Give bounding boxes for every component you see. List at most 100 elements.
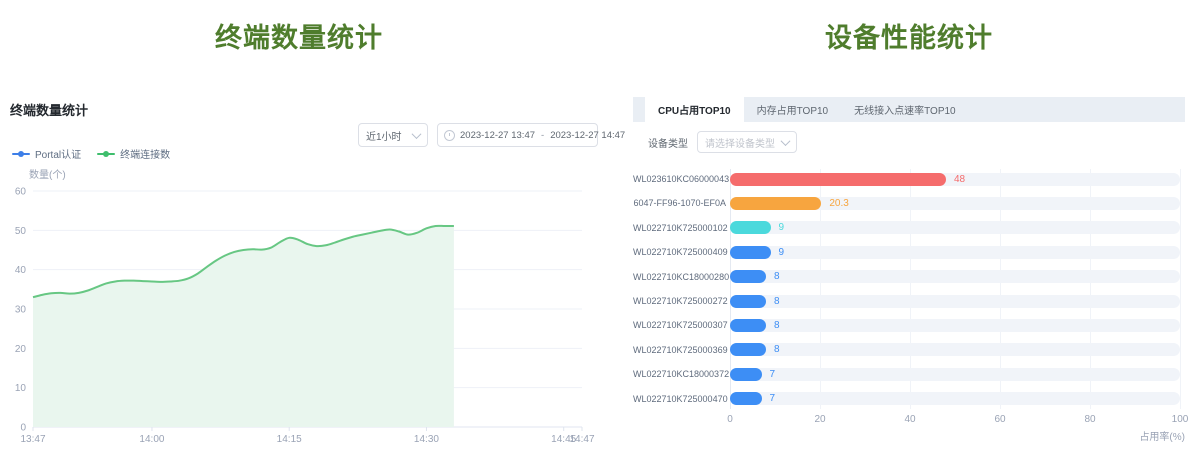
svg-text:14:15: 14:15 xyxy=(277,434,302,445)
svg-text:数量(个): 数量(个) xyxy=(29,168,66,181)
date-range-picker[interactable]: 2023-12-27 13:47 - 2023-12-27 14:47 xyxy=(437,123,598,147)
svg-text:14:30: 14:30 xyxy=(414,434,439,445)
bar-fill xyxy=(730,392,762,405)
bar-row: WL022710K725000102 9 xyxy=(633,216,1185,240)
bar-fill xyxy=(730,295,766,308)
svg-text:14:47: 14:47 xyxy=(569,434,594,445)
device-label: WL022710K725000307 xyxy=(633,320,730,330)
device-label: WL022710K725000369 xyxy=(633,345,730,355)
bar-track: 7 xyxy=(730,368,1180,381)
date-range-end: 2023-12-27 14:47 xyxy=(550,130,625,141)
bar-row: WL023610KC06000043 48 xyxy=(633,167,1185,191)
bar-fill xyxy=(730,173,946,186)
x-axis-tick: 80 xyxy=(1070,414,1110,425)
bar-track: 7 xyxy=(730,392,1180,405)
bar-track: 48 xyxy=(730,173,1180,186)
bar-value: 48 xyxy=(954,173,965,186)
legend-marker-icon xyxy=(97,153,115,155)
series-area-终端连接数 xyxy=(33,226,454,427)
card-title: 终端数量统计 xyxy=(10,100,88,119)
chevron-down-icon xyxy=(781,136,791,146)
device-type-filter: 设备类型 请选择设备类型 xyxy=(633,131,797,153)
terminal-count-line-chart: 010203040506013:4714:0014:1514:3014:4514… xyxy=(0,162,598,452)
bar-value: 7 xyxy=(770,392,776,405)
bar-value: 8 xyxy=(774,343,780,356)
tab-CPU占用TOP10[interactable]: CPU占用TOP10 xyxy=(645,97,744,122)
bar-value: 7 xyxy=(770,368,776,381)
svg-text:0: 0 xyxy=(20,423,26,434)
svg-text:50: 50 xyxy=(15,226,27,237)
bar-row: WL022710K725000470 7 xyxy=(633,387,1185,411)
bar-value: 8 xyxy=(774,319,780,332)
tab-内存占用TOP10[interactable]: 内存占用TOP10 xyxy=(744,97,842,122)
performance-tab-bar: CPU占用TOP10内存占用TOP10无线接入点速率TOP10 xyxy=(633,97,1185,122)
device-label: WL022710KC18000372 xyxy=(633,369,730,379)
bar-row: WL022710K725000369 8 xyxy=(633,338,1185,362)
bar-value: 20.3 xyxy=(829,197,848,210)
legend-item[interactable]: Portal认证 xyxy=(12,146,81,161)
device-type-placeholder: 请选择设备类型 xyxy=(705,135,782,150)
bar-row: WL022710KC18000372 7 xyxy=(633,362,1185,386)
device-label: WL022710K725000102 xyxy=(633,223,730,233)
time-range-select[interactable]: 近1小时 xyxy=(358,123,428,147)
x-axis-tick: 40 xyxy=(890,414,930,425)
bar-fill xyxy=(730,368,762,381)
legend-marker-icon xyxy=(12,153,30,155)
legend-label: Portal认证 xyxy=(35,146,81,161)
bar-value: 8 xyxy=(774,295,780,308)
svg-text:13:47: 13:47 xyxy=(20,434,45,445)
tab-无线接入点速率TOP10[interactable]: 无线接入点速率TOP10 xyxy=(841,97,969,122)
legend-item[interactable]: 终端连接数 xyxy=(97,146,170,161)
bar-value: 9 xyxy=(779,246,785,259)
bar-fill xyxy=(730,343,766,356)
time-range-value: 近1小时 xyxy=(366,128,413,143)
device-type-select[interactable]: 请选择设备类型 xyxy=(697,131,797,153)
svg-text:40: 40 xyxy=(15,265,27,276)
left-page-heading: 终端数量统计 xyxy=(0,16,598,55)
bar-track: 9 xyxy=(730,246,1180,259)
date-range-separator: - xyxy=(541,130,544,141)
device-label: WL023610KC06000043 xyxy=(633,174,730,184)
bar-row: WL022710KC18000280 8 xyxy=(633,265,1185,289)
line-chart-legend: Portal认证 终端连接数 xyxy=(12,146,170,161)
bar-track: 8 xyxy=(730,295,1180,308)
legend-label: 终端连接数 xyxy=(120,146,170,161)
bar-fill xyxy=(730,270,766,283)
device-type-label: 设备类型 xyxy=(648,135,688,150)
device-label: WL022710K725000470 xyxy=(633,394,730,404)
bar-track: 8 xyxy=(730,319,1180,332)
bar-value: 8 xyxy=(774,270,780,283)
bar-fill xyxy=(730,221,771,234)
bar-row: 6047-FF96-1070-EF0A 20.3 xyxy=(633,191,1185,215)
date-range-start: 2023-12-27 13:47 xyxy=(460,130,535,141)
x-axis-tick: 100 xyxy=(1160,414,1200,425)
bar-fill xyxy=(730,246,771,259)
bar-row: WL022710K7250002728 xyxy=(633,289,1185,313)
bar-row: WL022710K725000307 8 xyxy=(633,313,1185,337)
bar-value: 9 xyxy=(779,221,785,234)
x-axis-tick: 20 xyxy=(800,414,840,425)
svg-text:30: 30 xyxy=(15,305,27,316)
bar-track: 8 xyxy=(730,343,1180,356)
bar-fill xyxy=(730,197,821,210)
svg-text:20: 20 xyxy=(15,344,27,355)
device-label: WL022710K725000409 xyxy=(633,247,730,257)
svg-text:10: 10 xyxy=(15,383,27,394)
bar-fill xyxy=(730,319,766,332)
svg-text:60: 60 xyxy=(15,187,27,198)
bar-track: 8 xyxy=(730,270,1180,283)
svg-text:14:00: 14:00 xyxy=(139,434,164,445)
bar-track: 9 xyxy=(730,221,1180,234)
x-axis-tick: 60 xyxy=(980,414,1020,425)
x-axis-tick: 0 xyxy=(710,414,750,425)
device-label: WL022710KC18000280 xyxy=(633,272,730,282)
bar-row: WL022710K725000409 9 xyxy=(633,240,1185,264)
terminal-count-panel: 终端数量统计 终端数量统计 近1小时 2023-12-27 13:47 - 20… xyxy=(0,0,598,456)
device-performance-panel: 设备性能统计 CPU占用TOP10内存占用TOP10无线接入点速率TOP10 设… xyxy=(633,0,1185,456)
bar-track: 20.3 xyxy=(730,197,1180,210)
clock-icon xyxy=(444,130,455,141)
x-axis-title: 占用率(%) xyxy=(1139,428,1185,443)
device-label: 6047-FF96-1070-EF0A xyxy=(633,198,730,208)
cpu-top10-bar-chart: 020406080100WL023610KC06000043486047-FF9… xyxy=(633,167,1185,456)
right-page-heading: 设备性能统计 xyxy=(633,16,1185,55)
